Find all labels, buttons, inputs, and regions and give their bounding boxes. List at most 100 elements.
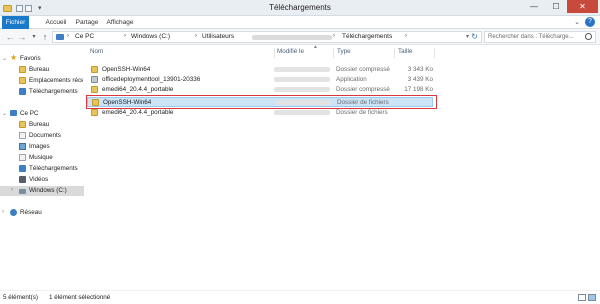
forward-arrow-icon[interactable]: → [17, 32, 27, 42]
desktop-icon [19, 66, 26, 73]
collapse-chevron-icon[interactable]: ⌄ [2, 55, 7, 62]
nav-label: Ce PC [20, 110, 39, 117]
large-icons-view-icon[interactable] [588, 294, 596, 301]
chevron-right-icon[interactable]: › [405, 33, 407, 39]
details-view-icon[interactable] [578, 294, 586, 301]
file-row[interactable]: officedeploymenttool_13901-20336 Applica… [87, 75, 433, 85]
file-type: Dossier de fichiers [336, 109, 388, 116]
nav-item-bureau[interactable]: Bureau [0, 120, 84, 130]
file-type: Dossier compressé [336, 86, 390, 93]
redacted-date [274, 87, 330, 92]
breadcrumb-windows-c[interactable]: Windows (C:) [131, 33, 170, 40]
collapse-chevron-icon[interactable]: ⌄ [2, 110, 7, 117]
back-arrow-icon[interactable]: ← [5, 32, 15, 42]
videos-icon [19, 176, 26, 183]
item-count: 5 élément(s) [3, 294, 38, 301]
breadcrumb-ce-pc[interactable]: Ce PC [75, 33, 94, 40]
chevron-right-icon[interactable]: › [195, 33, 197, 39]
nav-item-ce-pc[interactable]: ⌄ Ce PC [0, 109, 84, 119]
nav-item-musique[interactable]: Musique [0, 153, 84, 163]
column-header-modified[interactable]: Modifié le [277, 48, 304, 58]
search-placeholder: Rechercher dans : Télécharge... [488, 34, 574, 40]
application-icon [91, 76, 98, 83]
file-list: Nom ▲ Modifié le Type Taille OpenSSH-Win… [84, 44, 600, 290]
file-type: Dossier compressé [336, 66, 390, 73]
downloads-icon [19, 165, 26, 172]
file-size: 17 198 Ko [404, 86, 433, 93]
chevron-right-icon[interactable]: › [124, 33, 126, 39]
nav-item-telechargements-favori[interactable]: Téléchargements [0, 87, 84, 97]
nav-label: Téléchargements [29, 165, 78, 172]
nav-item-windows-c[interactable]: › Windows (C:) [0, 186, 84, 196]
nav-item-favoris[interactable]: ⌄ ★ Favoris [0, 54, 84, 64]
search-icon[interactable] [585, 33, 592, 40]
tab-accueil[interactable]: Accueil [42, 16, 70, 29]
file-name: officedeploymenttool_13901-20336 [102, 76, 201, 83]
drive-icon [19, 189, 26, 194]
pictures-icon [19, 143, 26, 150]
nav-item-reseau[interactable]: › Réseau [0, 208, 84, 218]
highlight-box [86, 95, 437, 109]
redacted-date [274, 110, 330, 115]
window-title: Téléchargements [269, 3, 331, 12]
file-name: emedi64_20.4.4_portable [102, 86, 174, 93]
column-divider[interactable] [394, 48, 395, 58]
address-dropdown-icon[interactable]: ▾ [466, 33, 469, 40]
nav-label: Bureau [29, 66, 50, 73]
tab-fichier[interactable]: Fichier [2, 16, 29, 29]
navigation-pane: ⌄ ★ Favoris Bureau Emplacements récents … [0, 45, 84, 290]
column-divider[interactable] [274, 48, 275, 58]
network-icon [10, 209, 17, 216]
maximize-button[interactable]: ☐ [545, 0, 567, 13]
tab-partage[interactable]: Partage [72, 16, 102, 29]
recent-locations-chevron-icon[interactable]: ▾ [29, 32, 39, 42]
column-header-name[interactable]: Nom [90, 48, 103, 58]
zip-folder-icon [91, 66, 98, 73]
breadcrumb-telechargements[interactable]: Téléchargements [342, 33, 392, 40]
nav-label: Vidéos [29, 176, 49, 183]
nav-item-emplacements-recents[interactable]: Emplacements récents [0, 76, 84, 86]
nav-label: Documents [29, 132, 61, 139]
column-divider[interactable] [333, 48, 334, 58]
tab-affichage[interactable]: Affichage [104, 16, 136, 29]
nav-label: Bureau [29, 121, 50, 128]
computer-icon [56, 34, 64, 40]
search-input[interactable]: Rechercher dans : Télécharge... [484, 31, 596, 43]
file-row[interactable]: OpenSSH-Win64 Dossier compressé 3 343 Ko [87, 65, 433, 75]
file-row[interactable]: emedi64_20.4.4_portable Dossier compress… [87, 85, 433, 95]
nav-item-bureau-favori[interactable]: Bureau [0, 65, 84, 75]
file-name: OpenSSH-Win64 [102, 66, 151, 73]
column-header-size[interactable]: Taille [398, 48, 412, 58]
column-divider[interactable] [434, 48, 435, 58]
redacted-date [274, 67, 330, 72]
folder-icon [91, 109, 98, 116]
address-bar[interactable]: › Ce PC › Windows (C:) › Utilisateurs › … [52, 31, 482, 43]
ribbon-tabs: Fichier Accueil Partage Affichage ⌄ ? [0, 16, 600, 29]
nav-label: Favoris [20, 55, 41, 62]
nav-item-images[interactable]: Images [0, 142, 84, 152]
expand-ribbon-icon[interactable]: ⌄ [574, 18, 580, 26]
downloads-icon [19, 88, 26, 95]
refresh-icon[interactable]: ↻ [471, 32, 478, 41]
file-name: emedi64_20.4.4_portable [102, 109, 174, 116]
chevron-right-icon[interactable]: › [333, 33, 335, 39]
expand-chevron-icon[interactable]: › [11, 187, 13, 193]
nav-item-videos[interactable]: Vidéos [0, 175, 84, 185]
column-header-type[interactable]: Type [337, 48, 351, 58]
help-icon[interactable]: ? [585, 17, 595, 27]
nav-item-documents[interactable]: Documents [0, 131, 84, 141]
up-arrow-icon[interactable]: ↑ [40, 32, 50, 42]
nav-label: Images [29, 143, 50, 150]
file-type: Application [336, 76, 367, 83]
chevron-right-icon[interactable]: › [67, 33, 69, 39]
close-button[interactable]: ✕ [567, 0, 598, 13]
computer-icon [10, 110, 17, 116]
breadcrumb-utilisateurs[interactable]: Utilisateurs [202, 33, 234, 40]
desktop-icon [19, 121, 26, 128]
navigation-bar: ← → ▾ ↑ › Ce PC › Windows (C:) › Utilisa… [0, 29, 600, 45]
expand-chevron-icon[interactable]: › [2, 209, 4, 215]
file-row[interactable]: emedi64_20.4.4_portable Dossier de fichi… [87, 108, 433, 118]
nav-item-telechargements[interactable]: Téléchargements [0, 164, 84, 174]
minimize-button[interactable]: — [523, 0, 545, 13]
file-size: 3 439 Ko [407, 76, 433, 83]
